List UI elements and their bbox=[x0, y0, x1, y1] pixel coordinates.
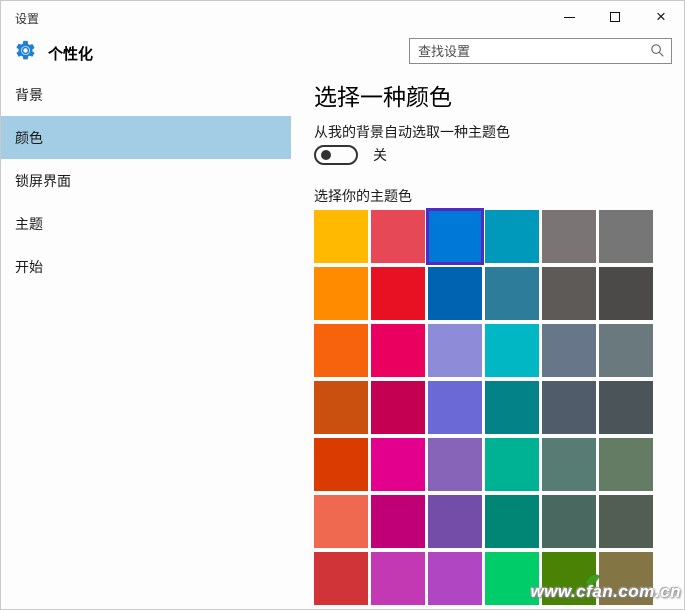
color-swatch[interactable] bbox=[314, 381, 368, 434]
color-swatch[interactable] bbox=[599, 324, 653, 377]
color-swatch[interactable] bbox=[542, 495, 596, 548]
color-swatch[interactable] bbox=[485, 324, 539, 377]
color-swatch[interactable] bbox=[314, 552, 368, 605]
color-swatch[interactable] bbox=[428, 552, 482, 605]
app-header: 个性化 bbox=[1, 33, 684, 73]
color-swatch[interactable] bbox=[428, 381, 482, 434]
color-swatch[interactable] bbox=[542, 324, 596, 377]
auto-accent-toggle[interactable] bbox=[314, 145, 358, 165]
color-swatch[interactable] bbox=[371, 552, 425, 605]
page-title: 选择一种颜色 bbox=[314, 78, 452, 112]
sidebar-list: 背景颜色锁屏界面主题开始 bbox=[1, 73, 291, 288]
color-swatch[interactable] bbox=[428, 324, 482, 377]
sidebar-item[interactable]: 主题 bbox=[1, 202, 291, 245]
color-swatch[interactable] bbox=[314, 267, 368, 320]
color-swatch[interactable] bbox=[485, 267, 539, 320]
maximize-button[interactable] bbox=[592, 1, 638, 33]
close-button[interactable]: × bbox=[638, 1, 684, 33]
color-swatch[interactable] bbox=[428, 438, 482, 491]
minimize-icon bbox=[564, 17, 575, 18]
color-swatch[interactable] bbox=[428, 267, 482, 320]
color-swatch[interactable] bbox=[314, 438, 368, 491]
color-swatch[interactable] bbox=[314, 324, 368, 377]
sidebar-item[interactable]: 背景 bbox=[1, 73, 291, 116]
color-swatch[interactable] bbox=[485, 438, 539, 491]
watermark-text: www.cfan.com.cn bbox=[531, 582, 681, 601]
color-swatch[interactable] bbox=[599, 381, 653, 434]
color-swatch[interactable] bbox=[371, 495, 425, 548]
title-bar: 设置 × bbox=[1, 1, 684, 33]
color-swatch[interactable] bbox=[371, 267, 425, 320]
color-swatch[interactable] bbox=[599, 210, 653, 263]
close-icon: × bbox=[656, 12, 666, 22]
window-controls: × bbox=[546, 1, 684, 33]
color-swatch[interactable] bbox=[371, 438, 425, 491]
color-swatch[interactable] bbox=[485, 381, 539, 434]
auto-accent-label: 从我的背景自动选取一种主题色 bbox=[314, 122, 510, 142]
color-swatch[interactable] bbox=[542, 381, 596, 434]
accent-section-label: 选择你的主题色 bbox=[314, 186, 412, 206]
settings-window: 设置 × 个性化 bbox=[0, 0, 685, 610]
sidebar-item[interactable]: 颜色 bbox=[1, 116, 291, 159]
minimize-button[interactable] bbox=[546, 1, 592, 33]
toggle-state-label: 关 bbox=[373, 145, 387, 165]
color-swatch[interactable] bbox=[485, 210, 539, 263]
color-swatch[interactable] bbox=[371, 324, 425, 377]
color-swatch[interactable] bbox=[599, 438, 653, 491]
color-swatch[interactable] bbox=[314, 495, 368, 548]
color-swatch[interactable] bbox=[599, 267, 653, 320]
toggle-row: 关 bbox=[314, 145, 387, 165]
color-swatch[interactable] bbox=[428, 210, 482, 263]
window-title: 设置 bbox=[15, 10, 39, 27]
accent-palette bbox=[314, 210, 653, 605]
search-box bbox=[409, 38, 672, 64]
toggle-knob bbox=[321, 150, 331, 160]
sidebar-item[interactable]: 锁屏界面 bbox=[1, 159, 291, 202]
search-input[interactable] bbox=[409, 38, 672, 64]
color-swatch[interactable] bbox=[542, 210, 596, 263]
color-swatch[interactable] bbox=[599, 495, 653, 548]
color-swatch[interactable] bbox=[485, 495, 539, 548]
color-swatch[interactable] bbox=[428, 495, 482, 548]
sidebar-item[interactable]: 开始 bbox=[1, 245, 291, 288]
main-content: 选择一种颜色 从我的背景自动选取一种主题色 关 选择你的主题色 bbox=[314, 73, 684, 609]
gear-icon bbox=[14, 39, 37, 62]
sidebar-nav: 背景颜色锁屏界面主题开始 bbox=[1, 73, 291, 609]
color-swatch[interactable] bbox=[542, 438, 596, 491]
color-swatch[interactable] bbox=[371, 381, 425, 434]
maximize-icon bbox=[610, 12, 620, 22]
color-swatch[interactable] bbox=[542, 267, 596, 320]
page-app-title: 个性化 bbox=[48, 43, 93, 64]
color-swatch[interactable] bbox=[371, 210, 425, 263]
watermark: www.cfan.com.cn bbox=[531, 582, 681, 602]
magnifier-icon bbox=[650, 43, 665, 58]
color-swatch[interactable] bbox=[314, 210, 368, 263]
